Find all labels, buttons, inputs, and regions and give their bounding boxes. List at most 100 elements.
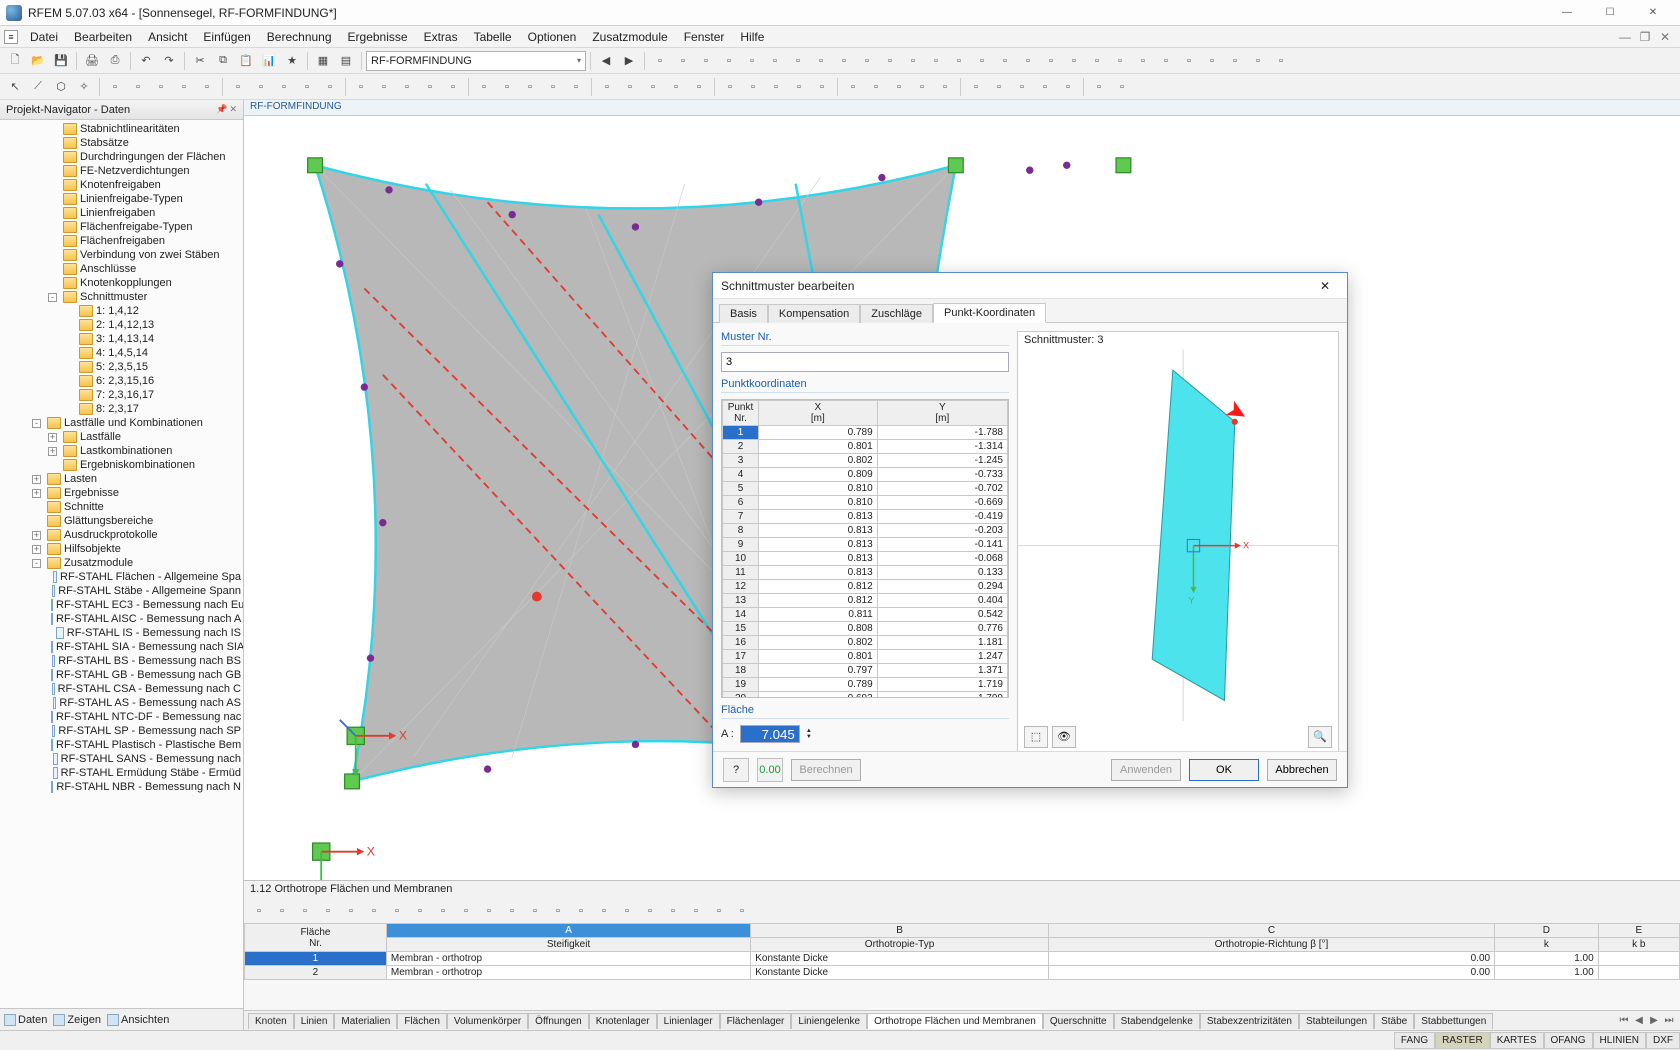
tree-node[interactable]: 6: 2,3,15,16 <box>0 374 243 388</box>
grid-tool-icon[interactable]: ▫ <box>455 900 477 922</box>
tree-node[interactable]: Verbindung von zwei Stäben <box>0 248 243 262</box>
toolbar-icon[interactable]: ▫ <box>150 76 172 98</box>
toolbar-icon[interactable]: ▫ <box>250 76 272 98</box>
tree-node[interactable]: +Lastfälle <box>0 430 243 444</box>
grid-tool-icon[interactable]: ▫ <box>432 900 454 922</box>
redo-icon[interactable]: ↷ <box>158 50 180 72</box>
toolbar-icon[interactable]: ▫ <box>888 76 910 98</box>
toolbar-icon[interactable]: ▫ <box>596 76 618 98</box>
toolbar-icon[interactable]: ▫ <box>1132 50 1154 72</box>
anwenden-button[interactable]: Anwenden <box>1111 759 1181 781</box>
toolbar-icon[interactable]: ▫ <box>542 76 564 98</box>
toolbar-icon[interactable]: ▫ <box>688 76 710 98</box>
tree-node[interactable]: Linienfreigabe-Typen <box>0 192 243 206</box>
status-raster[interactable]: RASTER <box>1435 1032 1490 1049</box>
grid-tool-icon[interactable]: ▫ <box>708 900 730 922</box>
tab-first-icon[interactable]: ⏮ <box>1617 1015 1631 1026</box>
toolbar-icon[interactable]: ▫ <box>442 76 464 98</box>
tree-node[interactable]: RF-STAHL Flächen - Allgemeine Spa <box>0 570 243 584</box>
dialog-tab[interactable]: Basis <box>719 304 768 323</box>
tree-node[interactable]: Durchdringungen der Flächen <box>0 150 243 164</box>
toolbar-icon[interactable]: ▫ <box>833 50 855 72</box>
toolbar-icon[interactable]: ▫ <box>273 76 295 98</box>
grid-tool-icon[interactable]: ▫ <box>616 900 638 922</box>
tree-node[interactable]: 5: 2,3,5,15 <box>0 360 243 374</box>
tree-node[interactable]: RF-STAHL IS - Bemessung nach IS <box>0 626 243 640</box>
print-icon[interactable]: 🖨 <box>81 50 103 72</box>
grid-tool-icon[interactable]: ▫ <box>294 900 316 922</box>
toolbar-icon[interactable]: ▫ <box>1109 50 1131 72</box>
nav-tab-daten[interactable]: Daten <box>4 1014 47 1026</box>
tree-node[interactable]: RF-STAHL NBR - Bemessung nach N <box>0 780 243 794</box>
tree-node[interactable]: Stabnichtlinearitäten <box>0 122 243 136</box>
pin-icon[interactable]: 📌 <box>216 104 227 115</box>
tree-node[interactable]: 2: 1,4,12,13 <box>0 318 243 332</box>
toolbar-icon[interactable]: ▫ <box>842 76 864 98</box>
toolbar-icon[interactable]: ▫ <box>1088 76 1110 98</box>
tree-node[interactable]: +Hilfsobjekte <box>0 542 243 556</box>
toolbar-icon[interactable]: ▫ <box>765 76 787 98</box>
bottom-tab[interactable]: Stabendgelenke <box>1114 1013 1200 1029</box>
tree-node[interactable]: RF-STAHL Plastisch - Plastische Bem <box>0 738 243 752</box>
mdi-close-icon[interactable]: ✕ <box>1656 30 1674 44</box>
toolbar-icon[interactable]: ▫ <box>1086 50 1108 72</box>
minimize-button[interactable]: — <box>1546 2 1588 24</box>
area-spinner[interactable]: ▲▼ <box>806 728 816 740</box>
tree-node[interactable]: 1: 1,4,12 <box>0 304 243 318</box>
toolbar-icon[interactable]: ▫ <box>173 76 195 98</box>
units-button[interactable]: 0.00 <box>757 758 783 782</box>
nav-tab-zeigen[interactable]: Zeigen <box>53 1014 101 1026</box>
bottom-tab[interactable]: Orthotrope Flächen und Membranen <box>867 1013 1043 1029</box>
tree-node[interactable]: RF-STAHL CSA - Bemessung nach C <box>0 682 243 696</box>
grid-tool-icon[interactable]: ▫ <box>478 900 500 922</box>
toolbar-icon[interactable]: ▫ <box>672 50 694 72</box>
tool-icon[interactable]: ↖ <box>4 76 26 98</box>
status-kartes[interactable]: KARTES <box>1490 1032 1544 1049</box>
nav-next-icon[interactable]: ▶ <box>618 50 640 72</box>
navigator-tree[interactable]: StabnichtlinearitätenStabsätzeDurchdring… <box>0 120 243 1008</box>
tree-node[interactable]: RF-STAHL Stäbe - Allgemeine Spann <box>0 584 243 598</box>
tab-last-icon[interactable]: ⏭ <box>1662 1015 1676 1026</box>
bottom-tab[interactable]: Knotenlager <box>589 1013 657 1029</box>
grid-tool-icon[interactable]: ▫ <box>317 900 339 922</box>
toolbar-icon[interactable]: ▫ <box>1270 50 1292 72</box>
preview-tool-icon[interactable]: 👁 <box>1052 726 1076 748</box>
tree-node[interactable]: Glättungsbereiche <box>0 514 243 528</box>
tree-node[interactable]: RF-STAHL NTC-DF - Bemessung nac <box>0 710 243 724</box>
open-icon[interactable]: 📂 <box>27 50 49 72</box>
status-fang[interactable]: FANG <box>1394 1032 1435 1049</box>
toolbar-icon[interactable]: ▫ <box>965 76 987 98</box>
menu-bearbeiten[interactable]: Bearbeiten <box>66 28 140 46</box>
tool-icon[interactable]: ⟋ <box>27 76 49 98</box>
elem-icon[interactable]: ▦ <box>312 50 334 72</box>
menu-ergebnisse[interactable]: Ergebnisse <box>340 28 416 46</box>
grid-tool-icon[interactable]: ▫ <box>662 900 684 922</box>
tree-node[interactable]: +Ausdruckprotokolle <box>0 528 243 542</box>
tree-node[interactable]: RF-STAHL SIA - Bemessung nach SIA <box>0 640 243 654</box>
abbrechen-button[interactable]: Abbrechen <box>1267 759 1337 781</box>
grid-tool-icon[interactable]: ▫ <box>685 900 707 922</box>
save-icon[interactable]: 💾 <box>50 50 72 72</box>
toolbar-icon[interactable]: ▫ <box>319 76 341 98</box>
dialog-close-button[interactable]: ✕ <box>1311 276 1339 296</box>
toolbar-icon[interactable]: ▫ <box>227 76 249 98</box>
menu-datei[interactable]: Datei <box>22 28 66 46</box>
tree-node[interactable]: Knotenkopplungen <box>0 276 243 290</box>
menu-icon[interactable]: ≡ <box>4 30 18 44</box>
bottom-tab[interactable]: Öffnungen <box>528 1013 589 1029</box>
tree-node[interactable]: Schnitte <box>0 500 243 514</box>
menu-fenster[interactable]: Fenster <box>676 28 733 46</box>
tree-node[interactable]: 7: 2,3,16,17 <box>0 388 243 402</box>
preview-zoom-icon[interactable]: 🔍 <box>1308 726 1332 748</box>
toolbar-icon[interactable]: ▫ <box>1224 50 1246 72</box>
tree-node[interactable]: +Ergebnisse <box>0 486 243 500</box>
grid-table[interactable]: FlächeNr.ABCDESteifigkeitOrthotropie-Typ… <box>244 923 1680 980</box>
tree-node[interactable]: RF-STAHL AS - Bemessung nach AS <box>0 696 243 710</box>
toolbar-icon[interactable]: ▫ <box>665 76 687 98</box>
tree-node[interactable]: FE-Netzverdichtungen <box>0 164 243 178</box>
tree-node[interactable]: Ergebniskombinationen <box>0 458 243 472</box>
toolbar-icon[interactable]: ▫ <box>741 50 763 72</box>
menu-optionen[interactable]: Optionen <box>520 28 585 46</box>
tool-icon[interactable]: ⬡ <box>50 76 72 98</box>
grid-tool-icon[interactable]: ▫ <box>501 900 523 922</box>
